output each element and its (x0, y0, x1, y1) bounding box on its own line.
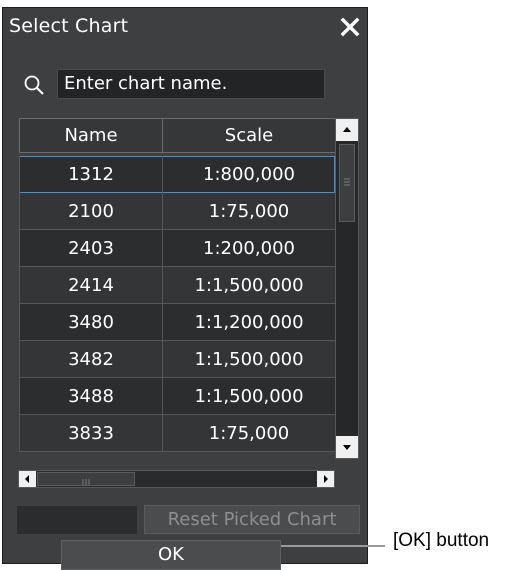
scroll-down-button[interactable] (336, 436, 358, 458)
search-icon (23, 74, 45, 96)
table-row[interactable]: 3833 1:75,000 (19, 415, 335, 452)
table-row[interactable]: 3480 1:1,200,000 (19, 304, 335, 341)
table-row[interactable]: 2403 1:200,000 (19, 230, 335, 267)
chart-name-cell: 1312 (19, 156, 162, 193)
table-row[interactable]: 3488 1:1,500,000 (19, 378, 335, 415)
vertical-scrollbar[interactable] (335, 118, 359, 459)
table-header: Name Scale (19, 118, 335, 153)
grip-icon (82, 479, 90, 485)
chart-scale-cell: 1:1,200,000 (162, 304, 335, 341)
chevron-up-icon (343, 127, 351, 132)
chart-scale-cell: 1:75,000 (162, 193, 335, 230)
chart-scale-cell: 1:1,500,000 (162, 267, 335, 304)
horizontal-scroll-thumb[interactable] (37, 472, 135, 486)
chevron-down-icon (343, 445, 351, 450)
chart-name-cell: 3482 (19, 341, 162, 378)
chart-scale-cell: 1:200,000 (162, 230, 335, 267)
scroll-right-button[interactable] (317, 471, 334, 487)
chart-name-cell: 2100 (19, 193, 162, 230)
chart-name-cell: 2414 (19, 267, 162, 304)
reset-picked-chart-button[interactable]: Reset Picked Chart (144, 505, 360, 534)
chart-name-cell: 3833 (19, 415, 162, 452)
chevron-left-icon (25, 475, 29, 483)
chart-scale-cell: 1:1,500,000 (162, 378, 335, 415)
callout-line (281, 545, 385, 547)
ok-button-callout-label: [OK] button (393, 530, 490, 551)
chart-scale-cell: 1:800,000 (162, 156, 335, 193)
ok-button[interactable]: OK (61, 540, 281, 570)
horizontal-scrollbar[interactable] (18, 470, 335, 488)
chart-name-search-input[interactable]: Enter chart name. (57, 69, 325, 99)
close-icon[interactable] (340, 17, 360, 37)
chevron-right-icon (324, 475, 328, 483)
table-row[interactable]: 2414 1:1,500,000 (19, 267, 335, 304)
select-chart-dialog: Select Chart Enter chart name. Name Scal… (2, 7, 368, 570)
column-header-name[interactable]: Name (19, 119, 162, 153)
title-bar: Select Chart (3, 8, 367, 46)
column-header-scale[interactable]: Scale (162, 119, 335, 153)
table-row[interactable]: 1312 1:800,000 (19, 156, 335, 193)
scroll-up-button[interactable] (336, 119, 358, 141)
table-row[interactable]: 2100 1:75,000 (19, 193, 335, 230)
empty-status-area (17, 506, 137, 534)
search-bar: Enter chart name. (17, 69, 325, 99)
table-row[interactable]: 3482 1:1,500,000 (19, 341, 335, 378)
chart-scale-cell: 1:75,000 (162, 415, 335, 452)
chart-name-cell: 3480 (19, 304, 162, 341)
scroll-left-button[interactable] (19, 471, 36, 487)
dialog-title: Select Chart (9, 15, 129, 37)
chart-name-cell: 3488 (19, 378, 162, 415)
vertical-scroll-thumb[interactable] (339, 144, 355, 222)
grip-icon (344, 178, 350, 186)
chart-scale-cell: 1:1,500,000 (162, 341, 335, 378)
chart-name-cell: 2403 (19, 230, 162, 267)
